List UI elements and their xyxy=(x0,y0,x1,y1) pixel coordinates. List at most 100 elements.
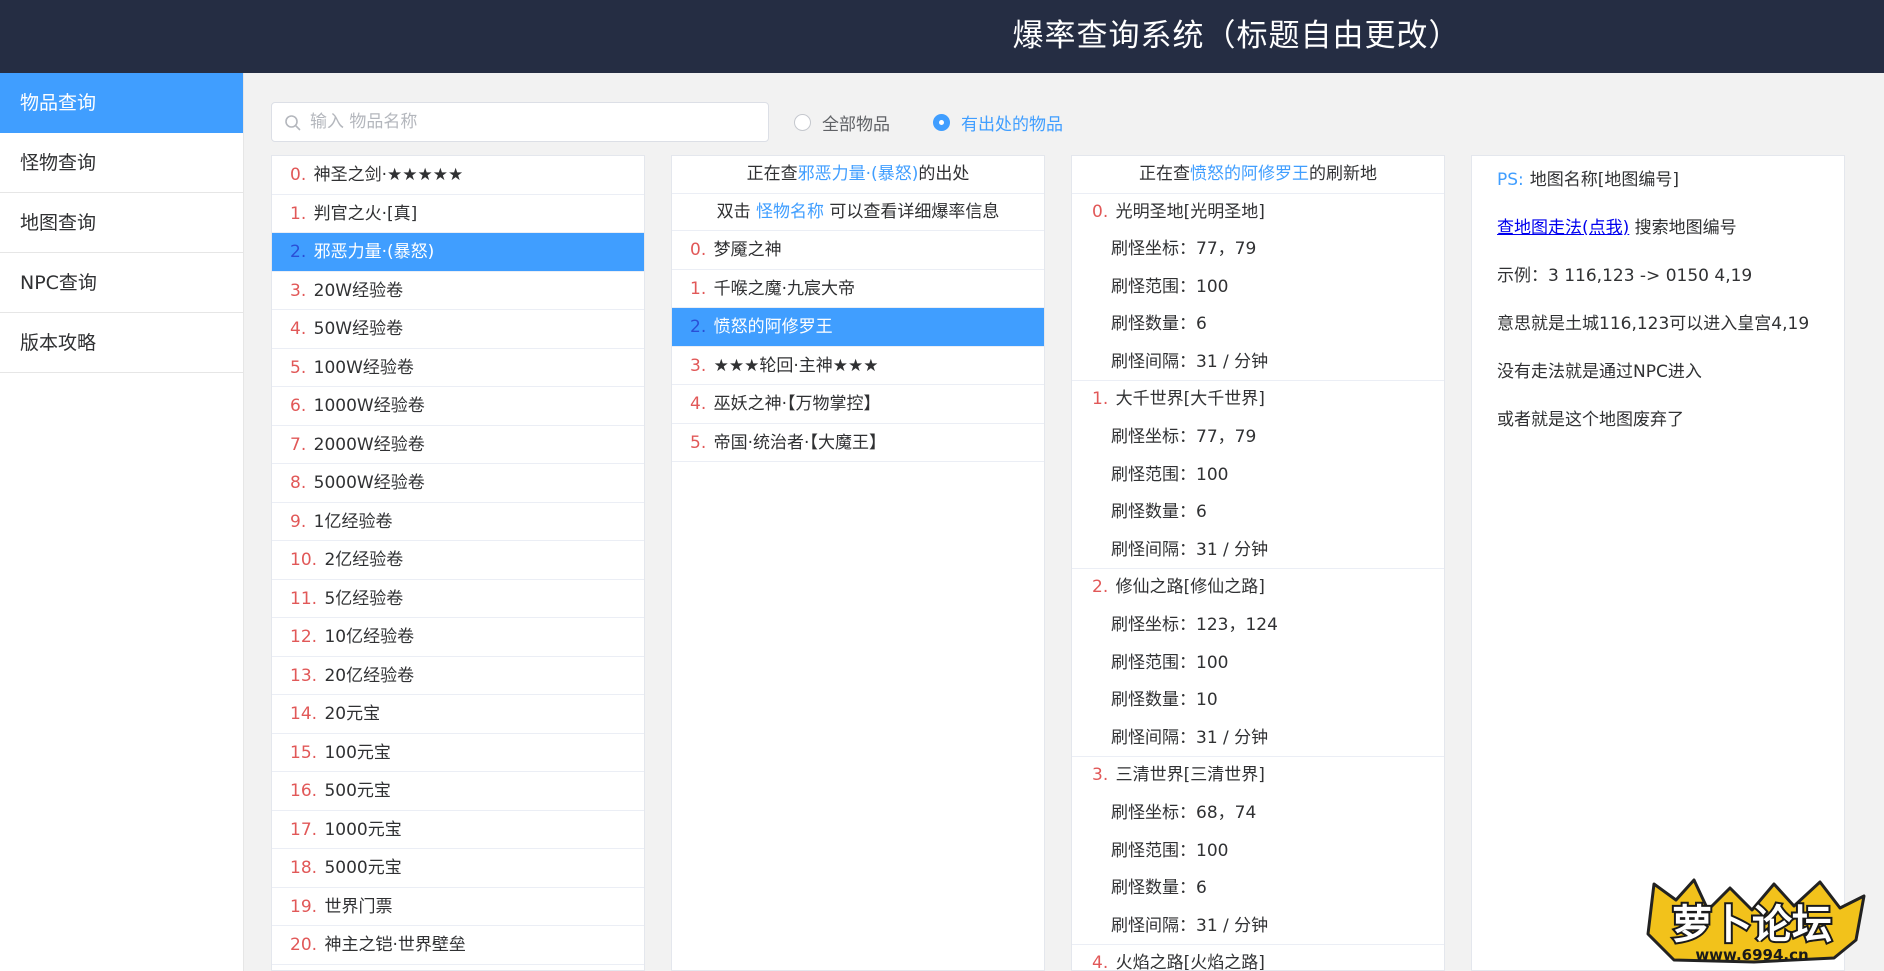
radio-icon xyxy=(794,113,811,131)
source-list-header: 正在查邪恶力量·(暴怒)的出处 xyxy=(672,156,1044,194)
interval-value: 31 / 分钟 xyxy=(1196,727,1269,748)
filter-all-items[interactable]: 全部物品 xyxy=(794,104,890,140)
map-index: 0. xyxy=(1092,201,1109,222)
list-item[interactable]: 0. 神圣之剑·★★★★★ xyxy=(272,156,644,195)
list-item[interactable]: 16. 500元宝 xyxy=(272,772,644,811)
monster-index: 0. xyxy=(690,240,707,260)
item-index: 12. xyxy=(290,627,318,647)
interval-label: 刷怪间隔： xyxy=(1111,915,1196,936)
coord-value: 123，124 xyxy=(1196,615,1278,636)
list-item[interactable]: 13. 20亿经验卷 xyxy=(272,657,644,695)
current-monster-name: 愤怒的阿修罗王 xyxy=(1190,164,1309,184)
spawn-count: 刷怪数量：6 xyxy=(1072,306,1444,344)
list-item[interactable]: 11. 5亿经验卷 xyxy=(272,580,644,618)
coord-value: 68，74 xyxy=(1196,803,1257,823)
spawn-count: 刷怪数量：6 xyxy=(1072,870,1444,908)
spawn-map-name[interactable]: 1. 大千世界[大千世界] xyxy=(1072,381,1444,419)
monster-row[interactable]: 1. 千喉之魔·九宸大帝 xyxy=(672,270,1044,308)
item-name: 100W经验卷 xyxy=(313,357,414,378)
list-item[interactable]: 19. 世界门票 xyxy=(272,888,644,926)
monster-name-hint-link[interactable]: 怪物名称 xyxy=(756,202,824,222)
spawn-coord: 刷怪坐标：77，79 xyxy=(1072,419,1444,457)
item-index: 18. xyxy=(290,858,318,878)
list-item[interactable]: 15. 100元宝 xyxy=(272,734,644,772)
range-label: 刷怪范围： xyxy=(1111,276,1196,297)
item-index: 4. xyxy=(290,319,307,339)
forum-watermark-logo: 萝卜论坛 www.6994.cn xyxy=(1646,878,1866,964)
list-item[interactable]: 1. 判官之火·[真] xyxy=(272,195,644,233)
sidebar-item-npc-query[interactable]: NPC查询 xyxy=(0,253,243,313)
ps-format-text: 地图名称[地图编号] xyxy=(1529,170,1680,190)
item-name: 2000W经验卷 xyxy=(313,434,425,455)
list-item[interactable]: 10. 2亿经验卷 xyxy=(272,541,644,580)
list-item[interactable]: 5. 100W经验卷 xyxy=(272,349,644,387)
search-input[interactable] xyxy=(310,103,760,141)
coord-value: 77，79 xyxy=(1196,427,1257,448)
monster-row[interactable]: 3. ★★★轮回·主神★★★ xyxy=(672,347,1044,385)
count-value: 10 xyxy=(1196,690,1218,711)
map-index: 1. xyxy=(1092,389,1109,410)
coord-label: 刷怪坐标： xyxy=(1111,803,1196,823)
radio-checked-icon xyxy=(933,113,950,131)
item-index: 3. xyxy=(290,280,307,301)
map-name: 修仙之路[修仙之路] xyxy=(1115,577,1265,598)
monster-row[interactable]: 5. 帝国·统治者·【大魔王】 xyxy=(672,424,1044,462)
item-name: 1000元宝 xyxy=(324,819,402,840)
spawn-map-entry: 4. 火焰之路[火焰之路] xyxy=(1072,945,1444,970)
item-index: 17. xyxy=(290,819,318,840)
spawn-list: 正在查愤怒的阿修罗王的刷新地 0. 光明圣地[光明圣地] 刷怪坐标：77，79 … xyxy=(1071,155,1445,971)
item-index: 0. xyxy=(290,165,307,185)
item-index: 9. xyxy=(290,511,307,532)
monster-row[interactable]: 0. 梦魇之神 xyxy=(672,231,1044,270)
spawn-map-name[interactable]: 0. 光明圣地[光明圣地] xyxy=(1072,194,1444,232)
sidebar-item-item-query[interactable]: 物品查询 xyxy=(0,73,243,133)
list-item[interactable]: 8. 5000W经验卷 xyxy=(272,464,644,503)
filter-items-with-source[interactable]: 有出处的物品 xyxy=(933,104,1063,140)
range-label: 刷怪范围： xyxy=(1111,652,1196,673)
list-item[interactable]: 9. 1亿经验卷 xyxy=(272,503,644,541)
item-name: 神主之铠·世界壁垒 xyxy=(324,935,466,955)
list-item[interactable]: 6. 1000W经验卷 xyxy=(272,387,644,426)
spawn-map-name[interactable]: 4. 火焰之路[火焰之路] xyxy=(1072,945,1444,970)
count-value: 6 xyxy=(1196,502,1207,523)
item-index: 16. xyxy=(290,781,318,801)
notes-line-meaning: 意思就是土城116,123可以进入皇宫4,19 xyxy=(1497,314,1810,334)
main-content: 全部物品 有出处的物品 0. 神圣之剑·★★★★★ 1. 判官之火·[真] 2.… xyxy=(244,73,1884,971)
spawn-map-name[interactable]: 3. 三清世界[三清世界] xyxy=(1072,757,1444,795)
monster-row[interactable]: 4. 巫妖之神·【万物掌控】 xyxy=(672,385,1044,424)
list-item[interactable]: 4. 50W经验卷 xyxy=(272,310,644,349)
spawn-interval: 刷怪间隔：31 / 分钟 xyxy=(1072,908,1444,946)
interval-value: 31 / 分钟 xyxy=(1196,539,1269,560)
item-name: 20W经验卷 xyxy=(313,280,404,301)
monster-index: 4. xyxy=(690,394,707,414)
list-item[interactable]: 14. 20元宝 xyxy=(272,695,644,734)
map-route-link[interactable]: 查地图走法(点我) xyxy=(1497,218,1629,238)
list-item-selected[interactable]: 2. 邪恶力量·(暴怒) xyxy=(272,233,644,272)
range-value: 100 xyxy=(1196,464,1229,485)
list-item[interactable]: 17. 1000元宝 xyxy=(272,811,644,849)
list-item[interactable]: 18. 5000元宝 xyxy=(272,849,644,888)
count-label: 刷怪数量： xyxy=(1111,690,1196,711)
item-index: 13. xyxy=(290,665,318,686)
sidebar-item-monster-query[interactable]: 怪物查询 xyxy=(0,133,243,193)
item-name: 1000W经验卷 xyxy=(313,396,425,416)
spawn-map-name[interactable]: 2. 修仙之路[修仙之路] xyxy=(1072,569,1444,607)
sidebar-item-map-query[interactable]: 地图查询 xyxy=(0,193,243,253)
monster-index: 2. xyxy=(690,317,707,337)
item-index: 10. xyxy=(290,550,318,570)
spawn-range: 刷怪范围：100 xyxy=(1072,269,1444,307)
sidebar-item-version-guide[interactable]: 版本攻略 xyxy=(0,313,243,373)
item-index: 14. xyxy=(290,704,318,724)
map-index: 3. xyxy=(1092,765,1109,786)
list-item[interactable]: 3. 20W经验卷 xyxy=(272,272,644,310)
list-item[interactable]: 20. 神主之铠·世界壁垒 xyxy=(272,926,644,965)
item-list: 0. 神圣之剑·★★★★★ 1. 判官之火·[真] 2. 邪恶力量·(暴怒) 3… xyxy=(271,155,645,971)
source-list: 正在查邪恶力量·(暴怒)的出处 双击 怪物名称 可以查看详细爆率信息 0. 梦魇… xyxy=(671,155,1045,971)
map-name: 三清世界[三清世界] xyxy=(1115,765,1265,786)
list-item[interactable]: 7. 2000W经验卷 xyxy=(272,426,644,464)
monster-row-selected[interactable]: 2. 愤怒的阿修罗王 xyxy=(672,308,1044,347)
item-index: 15. xyxy=(290,742,318,763)
list-item[interactable]: 12. 10亿经验卷 xyxy=(272,618,644,657)
monster-name: 帝国·统治者·【大魔王】 xyxy=(713,432,886,453)
range-value: 100 xyxy=(1196,652,1229,673)
